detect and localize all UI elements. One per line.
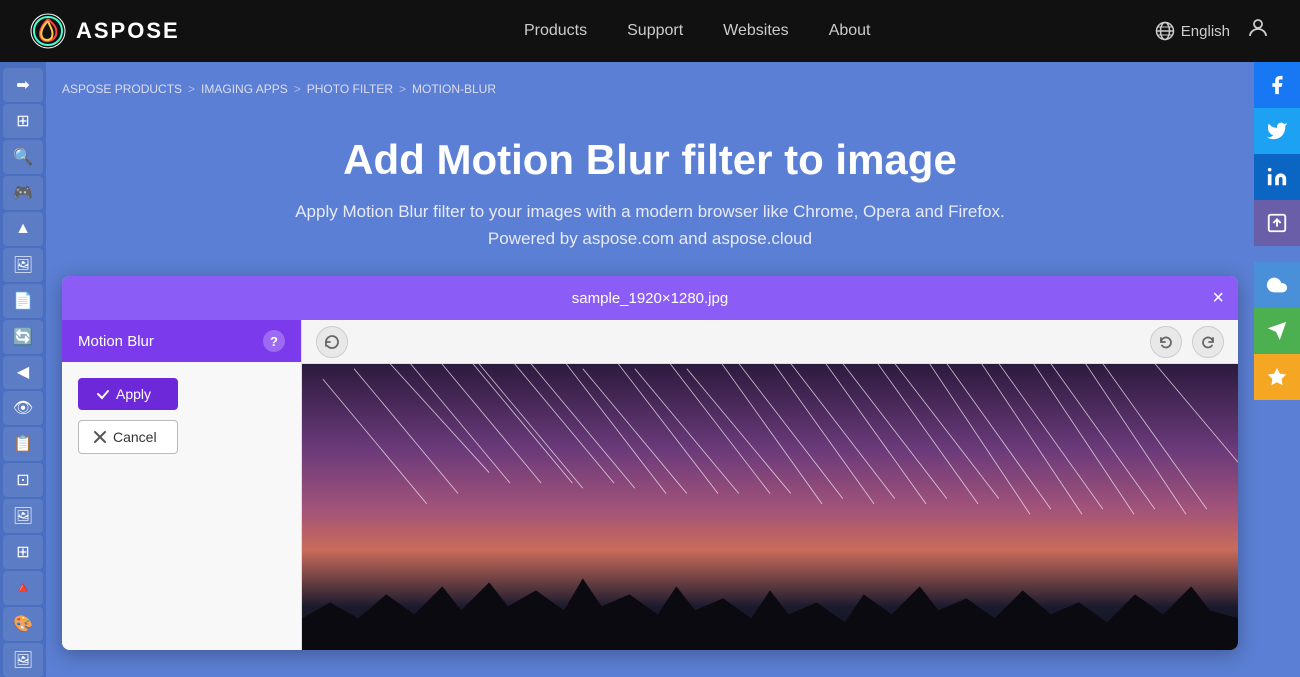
breadcrumb-sep-2: > <box>294 82 301 96</box>
right-sidebar <box>1254 62 1300 400</box>
facebook-button[interactable] <box>1254 62 1300 108</box>
announce-button[interactable] <box>1254 308 1300 354</box>
sidebar-btn-3[interactable]: 🎮 <box>3 176 43 210</box>
logo-text: ASPOSE <box>76 18 180 44</box>
filter-panel: Motion Blur ? Apply Cancel <box>62 320 302 650</box>
top-navigation: ASPOSE Products Support Websites About E… <box>0 0 1300 62</box>
linkedin-icon <box>1266 166 1288 188</box>
sidebar-btn-7[interactable]: 🔄 <box>3 320 43 354</box>
breadcrumb-photo-filter[interactable]: PHOTO FILTER <box>307 82 393 96</box>
nav-links: Products Support Websites About <box>240 22 1155 40</box>
refresh-icon <box>324 334 340 350</box>
sidebar-btn-4[interactable]: ▲ <box>3 212 43 246</box>
star-button[interactable] <box>1254 354 1300 400</box>
filter-help-button[interactable]: ? <box>263 330 285 352</box>
sidebar-btn-14[interactable]: 🔺 <box>3 571 43 605</box>
image-viewer <box>302 320 1238 650</box>
globe-icon <box>1155 21 1175 41</box>
facebook-icon <box>1266 74 1288 96</box>
app-body: Motion Blur ? Apply Cancel <box>62 320 1238 650</box>
sidebar-btn-15[interactable]: 🎨 <box>3 607 43 641</box>
sidebar-btn-16[interactable]: 🖼 <box>3 643 43 677</box>
main-content: ASPOSE PRODUCTS > IMAGING APPS > PHOTO F… <box>46 62 1254 650</box>
breadcrumb-motion-blur[interactable]: MOTION-BLUR <box>412 82 496 96</box>
filter-title: Motion Blur <box>78 333 154 350</box>
user-icon[interactable] <box>1246 16 1270 46</box>
breadcrumb: ASPOSE PRODUCTS > IMAGING APPS > PHOTO F… <box>46 72 1254 106</box>
language-selector[interactable]: English <box>1155 21 1230 41</box>
cancel-button[interactable]: Cancel <box>78 420 178 454</box>
breadcrumb-aspose-products[interactable]: ASPOSE PRODUCTS <box>62 82 182 96</box>
sidebar-btn-0[interactable]: ➡ <box>3 68 43 102</box>
checkmark-icon <box>96 387 110 401</box>
apply-button[interactable]: Apply <box>78 378 178 410</box>
share-icon <box>1266 212 1288 234</box>
nav-about[interactable]: About <box>829 22 871 40</box>
language-label: English <box>1181 23 1230 40</box>
sidebar-btn-6[interactable]: 📄 <box>3 284 43 318</box>
sidebar-btn-2[interactable]: 🔍 <box>3 140 43 174</box>
sidebar-btn-8[interactable]: ◀ <box>3 356 43 390</box>
nav-support[interactable]: Support <box>627 22 683 40</box>
nav-products[interactable]: Products <box>524 22 587 40</box>
cloud-icon <box>1266 274 1288 296</box>
redo-icon <box>1200 334 1216 350</box>
breadcrumb-imaging-apps[interactable]: IMAGING APPS <box>201 82 288 96</box>
share-button[interactable] <box>1254 200 1300 246</box>
hero-title: Add Motion Blur filter to image <box>66 136 1234 184</box>
hero-description: Apply Motion Blur filter to your images … <box>66 198 1234 252</box>
sidebar-btn-11[interactable]: ⊡ <box>3 463 43 497</box>
star-icon <box>1266 366 1288 388</box>
tree-silhouette <box>302 570 1238 650</box>
hero-section: Add Motion Blur filter to image Apply Mo… <box>46 106 1254 276</box>
sidebar-btn-13[interactable]: ⊞ <box>3 535 43 569</box>
sidebar-btn-5[interactable]: 🖼 <box>3 248 43 282</box>
left-sidebar: ➡ ⊞ 🔍 🎮 ▲ 🖼 📄 🔄 ◀ 👁 📋 ⊡ 🖼 ⊞ 🔺 🎨 🖼 <box>0 62 46 677</box>
sidebar-btn-9[interactable]: 👁 <box>3 391 43 425</box>
breadcrumb-sep-1: > <box>188 82 195 96</box>
viewer-topbar: sample_1920×1280.jpg × <box>62 276 1238 320</box>
undo-button[interactable] <box>1150 326 1182 358</box>
viewer-filename: sample_1920×1280.jpg <box>572 290 728 307</box>
cancel-icon <box>93 430 107 444</box>
filter-header: Motion Blur ? <box>62 320 301 362</box>
twitter-button[interactable] <box>1254 108 1300 154</box>
viewer-toolbar <box>302 320 1238 364</box>
logo[interactable]: ASPOSE <box>30 13 180 49</box>
sidebar-btn-1[interactable]: ⊞ <box>3 104 43 138</box>
app-panel: sample_1920×1280.jpg × Motion Blur ? App… <box>62 276 1238 650</box>
linkedin-button[interactable] <box>1254 154 1300 200</box>
viewer-close-button[interactable]: × <box>1212 288 1224 308</box>
aspose-logo-icon <box>30 13 66 49</box>
sidebar-btn-12[interactable]: 🖼 <box>3 499 43 533</box>
refresh-button[interactable] <box>316 326 348 358</box>
image-preview <box>302 364 1238 650</box>
filter-actions: Apply Cancel <box>62 362 301 470</box>
undo-icon <box>1158 334 1174 350</box>
sidebar-btn-10[interactable]: 📋 <box>3 427 43 461</box>
nav-websites[interactable]: Websites <box>723 22 789 40</box>
nav-right: English <box>1155 16 1270 46</box>
cloud-button[interactable] <box>1254 262 1300 308</box>
breadcrumb-sep-3: > <box>399 82 406 96</box>
twitter-icon <box>1266 120 1288 142</box>
redo-button[interactable] <box>1192 326 1224 358</box>
announce-icon <box>1266 320 1288 342</box>
